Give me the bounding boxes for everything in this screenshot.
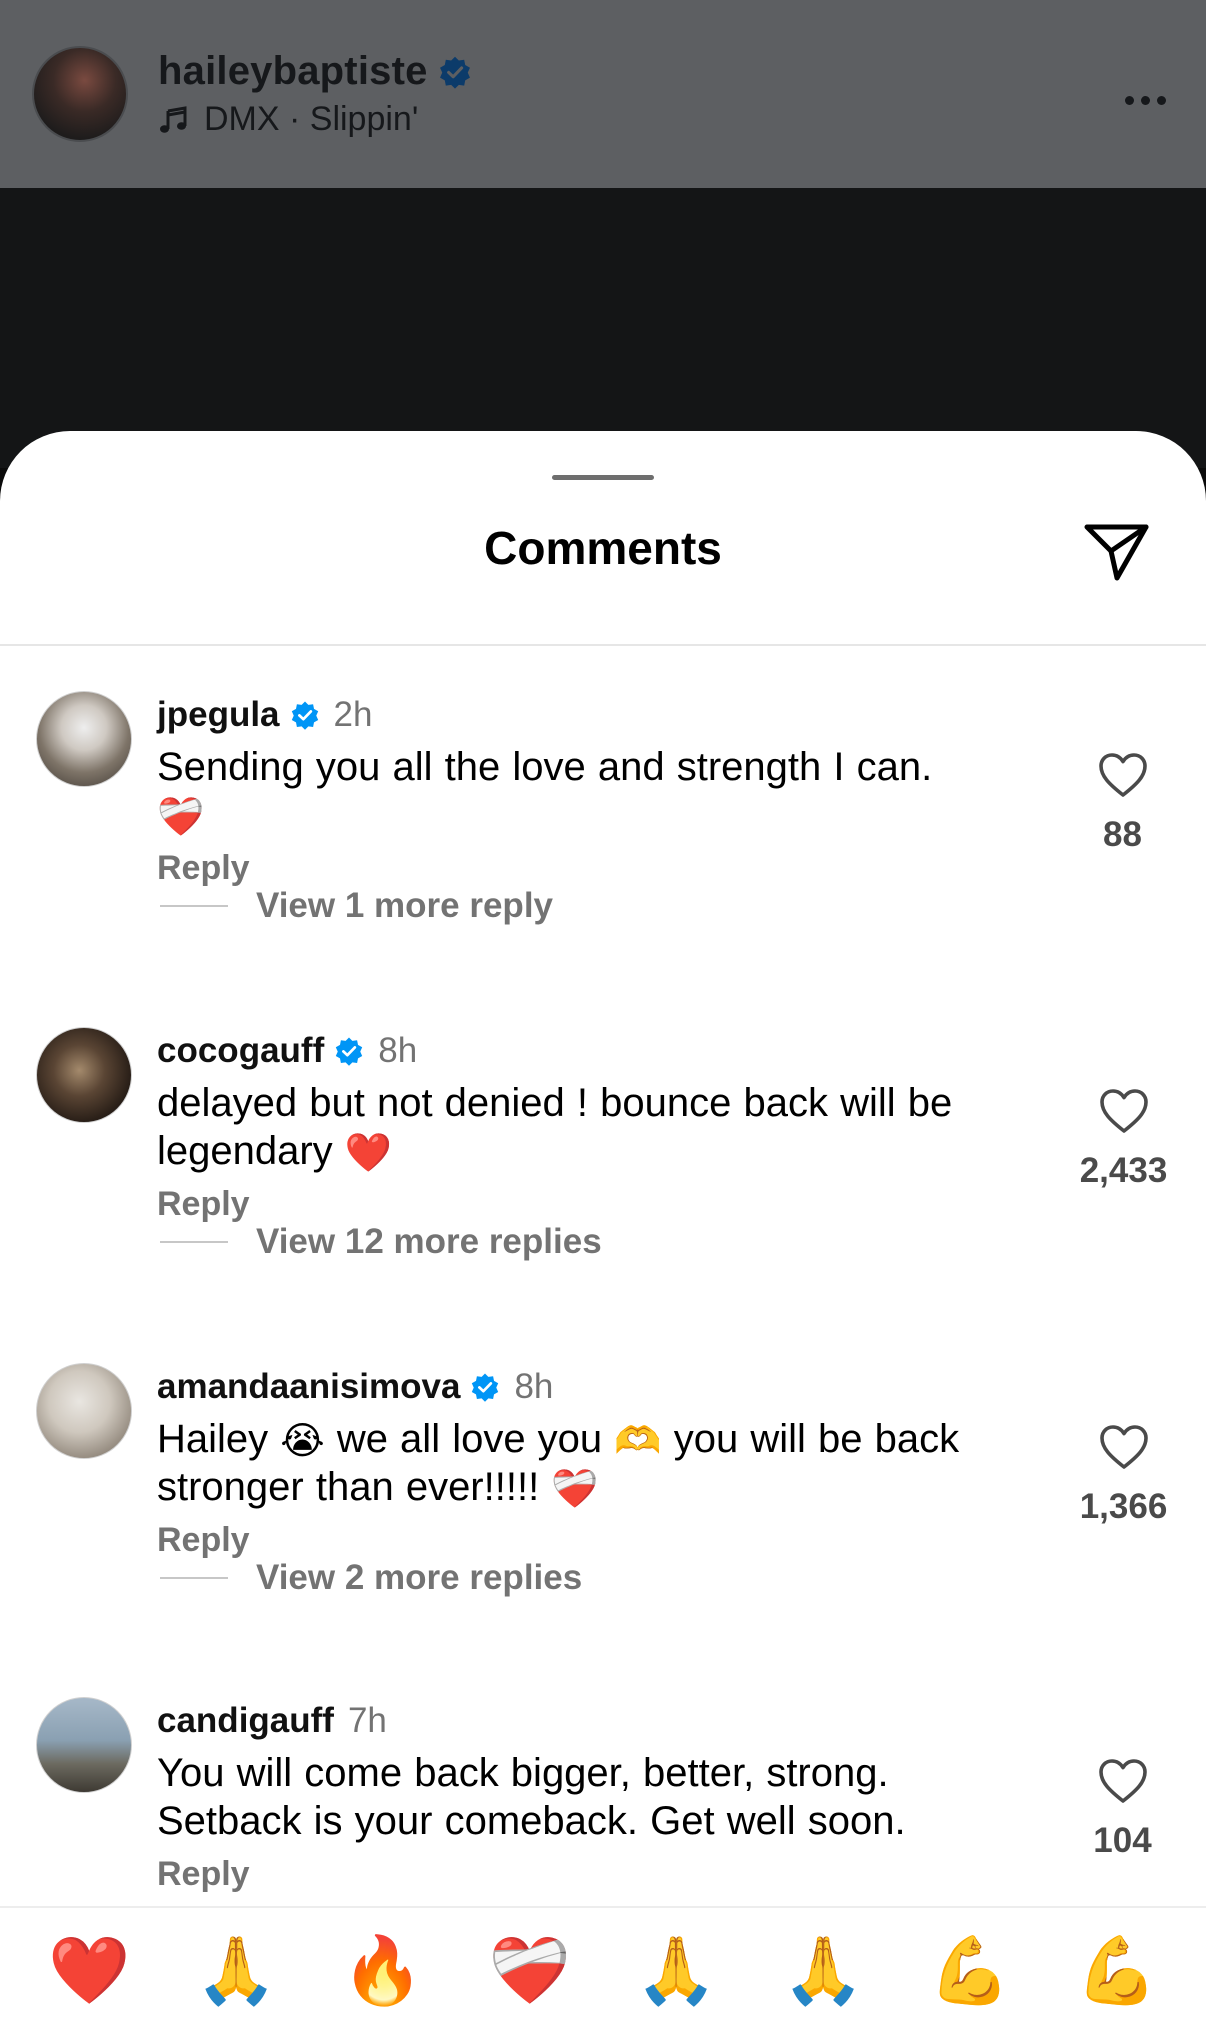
view-replies-button[interactable]: View 12 more replies <box>160 1222 602 1262</box>
post-user-row: haileybaptiste <box>158 49 472 94</box>
avatar[interactable] <box>36 1363 132 1459</box>
post-media-preview <box>0 188 1206 468</box>
heart-outline-icon[interactable] <box>1098 1423 1150 1471</box>
comment-text-part-4: stronger than ever!!!!! <box>157 1465 540 1509</box>
heart-outline-icon[interactable] <box>1097 751 1149 799</box>
thread-line <box>160 1241 228 1243</box>
emoji-red-heart-button[interactable]: ❤️ <box>29 1930 149 2010</box>
avatar[interactable] <box>36 1027 132 1123</box>
view-replies-label: View 1 more reply <box>256 886 554 925</box>
comment-body: candigauff 7h You will come back bigger,… <box>157 1697 1037 1894</box>
view-replies-label: View 2 more replies <box>256 1558 583 1597</box>
comment-header: candigauff 7h <box>157 1697 1037 1745</box>
sheet-grabber-handle[interactable] <box>552 475 654 480</box>
comment-text-content: Sending you all the love and strength I … <box>157 745 933 789</box>
post-username[interactable]: haileybaptiste <box>158 49 428 94</box>
comment-timestamp: 7h <box>347 1701 387 1740</box>
heart-outline-icon[interactable] <box>1098 1087 1150 1135</box>
like-count: 2,433 <box>1079 1151 1168 1190</box>
verified-badge-icon <box>291 701 318 730</box>
comment-username[interactable]: jpegula <box>157 695 280 735</box>
emoji-mending-heart-button[interactable]: ❤️‍🩹 <box>470 1930 590 2010</box>
comment-timestamp: 8h <box>514 1367 554 1406</box>
mending-heart-emoji: ❤️‍🩹 <box>551 1468 599 1511</box>
emoji-flexed-biceps-button[interactable]: 💪 <box>1057 1930 1177 2010</box>
sheet-divider <box>0 644 1206 646</box>
comment-timestamp: 2h <box>333 695 373 734</box>
emoji-flexed-biceps-button[interactable]: 💪 <box>910 1930 1030 2010</box>
comment-text-part-3: you will be back <box>673 1417 960 1461</box>
red-heart-emoji: ❤️ <box>344 1132 393 1175</box>
view-replies-button[interactable]: View 2 more replies <box>160 1558 582 1598</box>
like-count: 1,366 <box>1079 1487 1168 1526</box>
emoji-quick-bar: ❤️ 🙏 🔥 ❤️‍🩹 🙏 🙏 💪 💪 <box>0 1906 1206 2031</box>
comment-username[interactable]: cocogauff <box>157 1031 324 1071</box>
like-box: 88 <box>1060 751 1185 855</box>
heart-outline-icon[interactable] <box>1097 1757 1149 1805</box>
comment-text-line-1: You will come back bigger, better, stron… <box>157 1751 889 1795</box>
emoji-fire-button[interactable]: 🔥 <box>323 1930 443 2010</box>
emoji-praying-hands-button[interactable]: 🙏 <box>176 1930 296 2010</box>
sheet-title: Comments <box>484 522 722 574</box>
crying-face-emoji: 😭 <box>280 1420 325 1463</box>
comment-body: cocogauff 8h delayed but not denied ! bo… <box>157 1027 1037 1224</box>
post-header: haileybaptiste DMX · Slippin' <box>0 0 1206 188</box>
comment-text: delayed but not denied ! bounce back wil… <box>157 1079 1037 1175</box>
thread-line <box>160 1577 228 1579</box>
comment-text-part-2: we all love you <box>336 1417 603 1461</box>
comment-body: amandaanisimova 8h Hailey 😭 we all love … <box>157 1363 1057 1560</box>
view-replies-button[interactable]: View 1 more reply <box>160 886 553 926</box>
avatar[interactable] <box>36 691 132 787</box>
reply-button[interactable]: Reply <box>157 1185 1037 1224</box>
comment-text-part-1: Hailey <box>157 1417 269 1461</box>
comment-username[interactable]: amandaanisimova <box>157 1367 460 1407</box>
post-audio-track: DMX · Slippin' <box>204 100 419 138</box>
comment-username[interactable]: candigauff <box>157 1701 334 1741</box>
like-count: 104 <box>1093 1821 1152 1860</box>
emoji-praying-hands-button[interactable]: 🙏 <box>763 1930 883 2010</box>
verified-badge-icon <box>439 56 470 89</box>
comment-text-line-2: legendary <box>157 1129 333 1173</box>
comment-body: jpegula 2h Sending you all the love and … <box>157 691 1037 888</box>
share-icon[interactable] <box>1080 515 1152 587</box>
comment-text-line-1: delayed but not denied ! bounce back wil… <box>157 1081 953 1125</box>
comment-header: jpegula 2h <box>157 691 1037 739</box>
reply-button[interactable]: Reply <box>157 1521 1057 1560</box>
comments-sheet: Comments jpegula 2h Sending you all the … <box>0 431 1206 2031</box>
mending-heart-emoji: ❤️‍🩹 <box>157 796 205 839</box>
more-options-icon[interactable] <box>1125 96 1166 105</box>
music-note-icon <box>160 105 187 133</box>
comment-header: cocogauff 8h <box>157 1027 1037 1075</box>
avatar[interactable] <box>36 1697 132 1793</box>
comment-timestamp: 8h <box>378 1031 418 1070</box>
comment-header: amandaanisimova 8h <box>157 1363 1057 1411</box>
like-box: 104 <box>1060 1757 1185 1861</box>
emoji-praying-hands-button[interactable]: 🙏 <box>616 1930 736 2010</box>
like-box: 2,433 <box>1056 1087 1191 1191</box>
thread-line <box>160 905 228 907</box>
post-meta: haileybaptiste DMX · Slippin' <box>158 49 472 139</box>
heart-hands-emoji: 🫶 <box>614 1420 662 1463</box>
verified-badge-icon <box>472 1373 499 1402</box>
reply-button[interactable]: Reply <box>157 849 1037 888</box>
verified-badge-icon <box>336 1037 363 1066</box>
comment-text: Sending you all the love and strength I … <box>157 743 1037 839</box>
comment-text: Hailey 😭 we all love you 🫶 you will be b… <box>157 1415 1057 1511</box>
like-box: 1,366 <box>1056 1423 1191 1527</box>
view-replies-label: View 12 more replies <box>256 1222 602 1261</box>
post-audio-row[interactable]: DMX · Slippin' <box>158 100 472 139</box>
like-count: 88 <box>1103 815 1142 854</box>
comment-text-line-2: Setback is your comeback. Get well soon. <box>157 1799 906 1843</box>
reply-button[interactable]: Reply <box>157 1855 1037 1894</box>
post-author-avatar[interactable] <box>32 46 128 142</box>
comment-text: You will come back bigger, better, stron… <box>157 1749 1037 1845</box>
